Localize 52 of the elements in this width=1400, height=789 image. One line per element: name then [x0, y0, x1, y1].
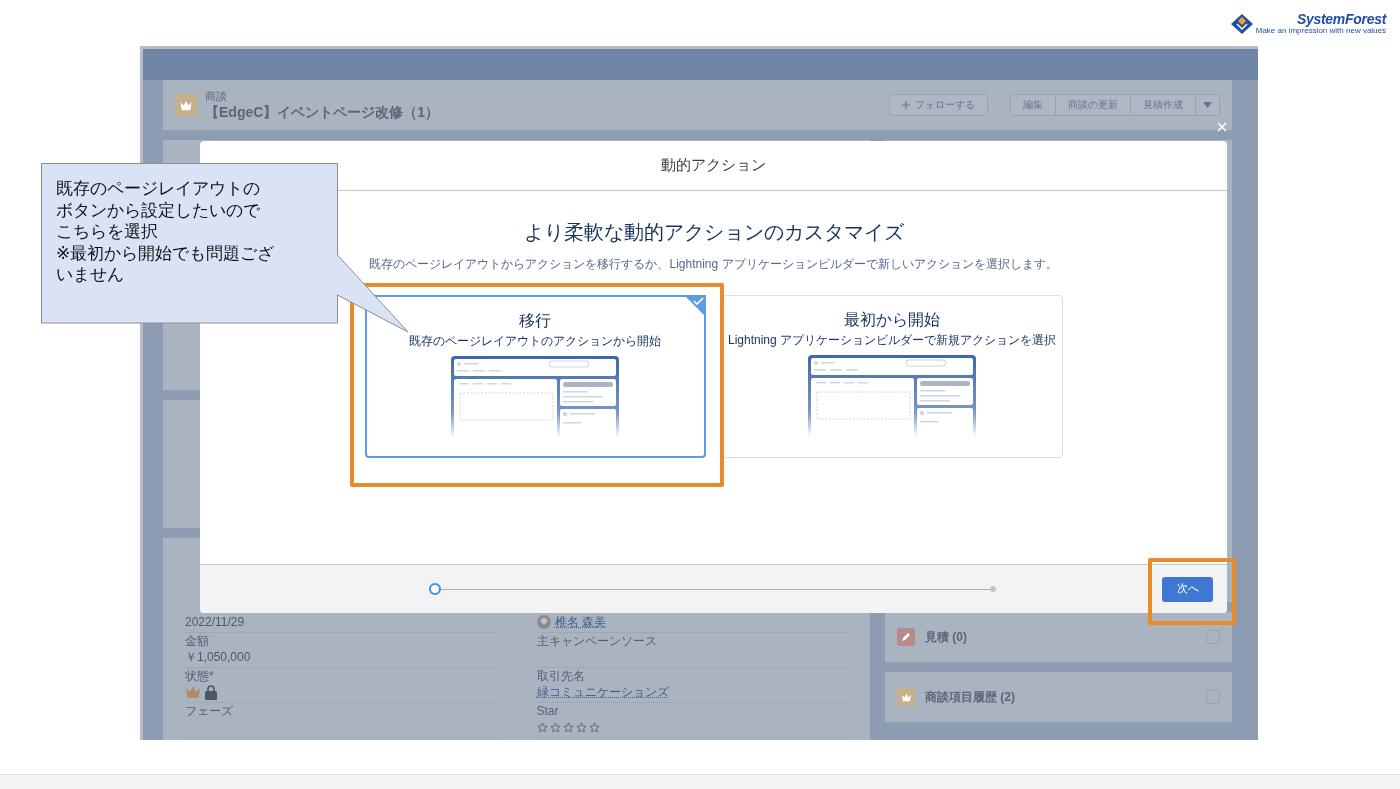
field-value: 2022/11/29	[185, 615, 245, 629]
callout-text: ※最初から開始でも問題ござ	[56, 242, 275, 264]
caret-icon	[1203, 102, 1212, 108]
option-subtitle: 既存のページレイアウトのアクションから開始	[409, 333, 661, 350]
check-icon	[683, 295, 706, 317]
modal-description: 既存のページレイアウトからアクションを移行するか、Lightning アプリケーションビルダーで新しいアクションを選択します。	[369, 256, 1058, 273]
crown-icon	[185, 685, 201, 699]
action-button[interactable]: 編集	[1010, 94, 1056, 116]
plus-icon	[902, 101, 910, 109]
avatar-icon	[536, 615, 551, 629]
option-title: 移行	[519, 311, 551, 331]
tagline-text: Make an impression with new values	[1255, 26, 1386, 35]
callout-text: いません	[56, 264, 124, 286]
action-button[interactable]: 商談の更新	[1056, 94, 1131, 116]
option-title: 最初から開始	[844, 310, 940, 330]
callout-text: 既存のページレイアウトの	[56, 178, 260, 200]
star-icon	[549, 721, 561, 733]
lock-icon	[205, 684, 217, 700]
crown-icon	[175, 94, 197, 116]
action-button[interactable]: 見積作成	[1131, 94, 1196, 116]
record-title: 【EdgeC】イベントページ改修（1）	[205, 103, 441, 122]
object-label: 商談	[205, 88, 228, 104]
star-icon	[562, 721, 574, 733]
option-subtitle: Lightning アプリケーションビルダーで新規アクションを選択	[727, 332, 1056, 349]
brand-name: SystemForest	[1297, 12, 1386, 26]
logo-icon	[1230, 13, 1253, 34]
close-icon[interactable]	[1217, 122, 1227, 132]
option-card[interactable]: 移行 既存のページレイアウトのアクションから開始	[364, 295, 706, 458]
field-label: フェーズ	[185, 704, 234, 718]
dropdown-button[interactable]	[1196, 94, 1220, 116]
star-icon	[588, 721, 600, 733]
star-rating[interactable]	[536, 721, 600, 733]
related-list-title: 見積 (0)	[925, 628, 968, 646]
modal-heading: より柔軟な動的アクションのカスタマイズ	[523, 220, 904, 245]
callout-text: ボタンから設定したいので	[56, 199, 260, 221]
field-value: ￥1,050,000	[185, 648, 251, 666]
user-link[interactable]: 椎名 森美	[554, 613, 606, 631]
field-label: 状態*	[185, 669, 215, 683]
modal-title: 動的アクション	[661, 156, 766, 175]
next-button[interactable]: 次へ	[1162, 576, 1213, 602]
related-list-title: 商談項目履歴 (2)	[925, 688, 1016, 706]
field-label: 取引先名	[536, 669, 586, 683]
pencil-icon	[897, 628, 915, 646]
field-label: 主キャンペーンソース	[536, 634, 658, 648]
option-card[interactable]: 最初から開始 Lightning アプリケーションビルダーで新規アクションを選択	[721, 295, 1063, 458]
field-label: Star	[536, 704, 560, 718]
crown-icon	[897, 688, 915, 706]
callout-text: こちらを選択	[56, 221, 158, 243]
field-label: 金額	[185, 634, 210, 648]
star-icon	[536, 721, 548, 733]
account-link[interactable]: 緑コミュニケーションズ	[536, 683, 669, 701]
star-icon	[575, 721, 587, 733]
